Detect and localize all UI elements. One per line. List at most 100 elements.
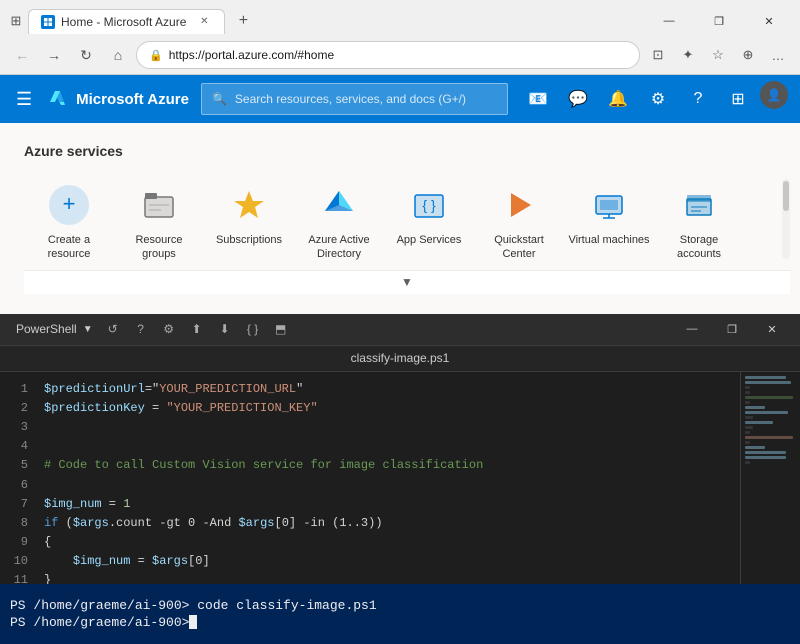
- url-text: https://portal.azure.com/#home: [169, 48, 627, 62]
- ps-upload-icon[interactable]: ⬆: [185, 317, 209, 341]
- tab-title: Home - Microsoft Azure: [61, 15, 186, 29]
- service-resource-groups[interactable]: Resource groups: [114, 175, 204, 270]
- help-icon[interactable]: ?: [680, 81, 716, 117]
- code-line-9: {: [36, 533, 740, 552]
- code-line-7: $img_num = 1: [36, 495, 740, 514]
- ps-filename-bar: classify-image.ps1: [0, 346, 800, 372]
- service-azure-ad[interactable]: Azure Active Directory: [294, 175, 384, 270]
- code-line-6: [36, 476, 740, 495]
- extensions-button[interactable]: ⊡: [644, 41, 672, 69]
- code-line-1: $predictionUrl="YOUR_PREDICTION_URL": [36, 380, 740, 399]
- ps-reset-icon[interactable]: ↺: [101, 317, 125, 341]
- minimize-button[interactable]: —: [646, 6, 692, 36]
- azure-logo: Microsoft Azure: [48, 89, 189, 109]
- portal-icon[interactable]: ⊞: [720, 81, 756, 117]
- service-label: Quickstart Center: [478, 233, 560, 262]
- service-subscriptions[interactable]: Subscriptions: [204, 175, 294, 255]
- ps-settings-icon[interactable]: ⚙: [157, 317, 181, 341]
- service-label: App Services: [397, 233, 462, 247]
- code-line-4: [36, 437, 740, 456]
- ps-close-button[interactable]: ✕: [752, 313, 792, 345]
- ps-tab-dropdown-icon[interactable]: ▼: [83, 324, 93, 335]
- terminal-line-2: PS /home/graeme/ai-900>: [10, 615, 790, 630]
- service-storage-accounts[interactable]: Storage accounts: [654, 175, 744, 270]
- nav-icons: ⊡ ✦ ☆ ⊕ …: [644, 41, 792, 69]
- browser-tab-active[interactable]: Home - Microsoft Azure ✕: [28, 9, 225, 34]
- ps-toolbar-icons: ↺ ? ⚙ ⬆ ⬇ { } ⬒: [101, 317, 293, 341]
- restore-button[interactable]: ❐: [696, 6, 742, 36]
- code-line-10: $img_num = $args[0]: [36, 552, 740, 571]
- ps-window-buttons: — ❐ ✕: [672, 313, 792, 345]
- service-label: Storage accounts: [658, 233, 740, 262]
- terminal-line-1: PS /home/graeme/ai-900> code classify-im…: [10, 598, 790, 613]
- expand-icon: ▼: [401, 275, 413, 289]
- ps-title-bar: PowerShell ▼ ↺ ? ⚙ ⬆ ⬇ { } ⬒ — ❐ ✕: [0, 314, 800, 346]
- ps-filename: classify-image.ps1: [351, 351, 450, 365]
- browser-menu-button[interactable]: …: [764, 41, 792, 69]
- header-icons: 📧 💬 🔔 ⚙ ? ⊞ 👤: [520, 81, 788, 117]
- hamburger-menu[interactable]: ☰: [12, 85, 36, 114]
- code-line-2: $predictionKey = "YOUR_PREDICTION_KEY": [36, 399, 740, 418]
- ps-line-numbers: 1 2 3 4 5 6 7 8 9 10 11 12 13 14 15 16 1…: [0, 372, 36, 584]
- azure-logo-icon: [48, 89, 68, 109]
- user-avatar[interactable]: 👤: [760, 81, 788, 109]
- ps-code-editor: 1 2 3 4 5 6 7 8 9 10 11 12 13 14 15 16 1…: [0, 372, 800, 584]
- ps-help-icon[interactable]: ?: [129, 317, 153, 341]
- service-app-services[interactable]: { } App Services: [384, 175, 474, 255]
- code-line-3: [36, 418, 740, 437]
- services-grid: + Create a resource: [24, 175, 744, 270]
- azure-content: Azure services + Create a resource: [0, 123, 800, 314]
- svg-text:{ }: { }: [422, 197, 436, 213]
- service-label: Create a resource: [28, 233, 110, 262]
- new-tab-button[interactable]: +: [229, 7, 257, 35]
- scrollbar-area: [782, 175, 790, 259]
- service-label: Subscriptions: [216, 233, 282, 247]
- feedback-icon[interactable]: 💬: [560, 81, 596, 117]
- ps-editor-icon[interactable]: { }: [241, 317, 265, 341]
- lock-icon: 🔒: [149, 49, 163, 62]
- service-virtual-machines[interactable]: Virtual machines: [564, 175, 654, 255]
- tab-close-button[interactable]: ✕: [196, 14, 212, 30]
- scrollbar-thumb[interactable]: [783, 181, 789, 211]
- azure-ad-icon: [317, 183, 361, 227]
- ps-terminal[interactable]: PS /home/graeme/ai-900> code classify-im…: [0, 584, 800, 644]
- ps-download-icon[interactable]: ⬇: [213, 317, 237, 341]
- vertical-scrollbar[interactable]: [782, 179, 790, 259]
- ps-restore-button[interactable]: ❐: [712, 313, 752, 345]
- ps-code-content[interactable]: $predictionUrl="YOUR_PREDICTION_URL" $pr…: [36, 372, 740, 584]
- ps-minimap: [740, 372, 800, 584]
- code-line-11: }: [36, 571, 740, 583]
- collections-button[interactable]: ⊕: [734, 41, 762, 69]
- expand-services-bar[interactable]: ▼: [24, 270, 790, 294]
- azure-header: ☰ Microsoft Azure 🔍 Search resources, se…: [0, 75, 800, 123]
- terminal-cursor: [189, 615, 197, 629]
- code-line-5: # Code to call Custom Vision service for…: [36, 456, 740, 475]
- storage-accounts-icon: [677, 183, 721, 227]
- navigation-bar: ← → ↻ ⌂ 🔒 https://portal.azure.com/#home…: [0, 36, 800, 74]
- refresh-button[interactable]: ↻: [72, 41, 100, 69]
- ps-open-icon[interactable]: ⬒: [269, 317, 293, 341]
- close-button[interactable]: ✕: [746, 6, 792, 36]
- forward-button[interactable]: →: [40, 41, 68, 69]
- tab-group-icon[interactable]: ⊞: [8, 13, 24, 29]
- service-create-resource[interactable]: + Create a resource: [24, 175, 114, 270]
- home-button[interactable]: ⌂: [104, 41, 132, 69]
- service-label: Virtual machines: [568, 233, 649, 247]
- search-icon: 🔍: [212, 92, 227, 106]
- settings-icon[interactable]: ⚙: [640, 81, 676, 117]
- ps-tab-powershell[interactable]: PowerShell ▼: [8, 322, 101, 336]
- address-bar[interactable]: 🔒 https://portal.azure.com/#home: [136, 41, 640, 69]
- azure-search-bar[interactable]: 🔍 Search resources, services, and docs (…: [201, 83, 508, 115]
- back-button[interactable]: ←: [8, 41, 36, 69]
- service-label: Azure Active Directory: [298, 233, 380, 262]
- profile-button[interactable]: ✦: [674, 41, 702, 69]
- alerts-icon[interactable]: 🔔: [600, 81, 636, 117]
- notifications-icon[interactable]: 📧: [520, 81, 556, 117]
- service-label: Resource groups: [118, 233, 200, 262]
- resource-groups-icon: [137, 183, 181, 227]
- create-resource-icon: +: [47, 183, 91, 227]
- ps-minimize-button[interactable]: —: [672, 313, 712, 345]
- favorites-button[interactable]: ☆: [704, 41, 732, 69]
- service-quickstart[interactable]: Quickstart Center: [474, 175, 564, 270]
- svg-text:+: +: [63, 191, 76, 216]
